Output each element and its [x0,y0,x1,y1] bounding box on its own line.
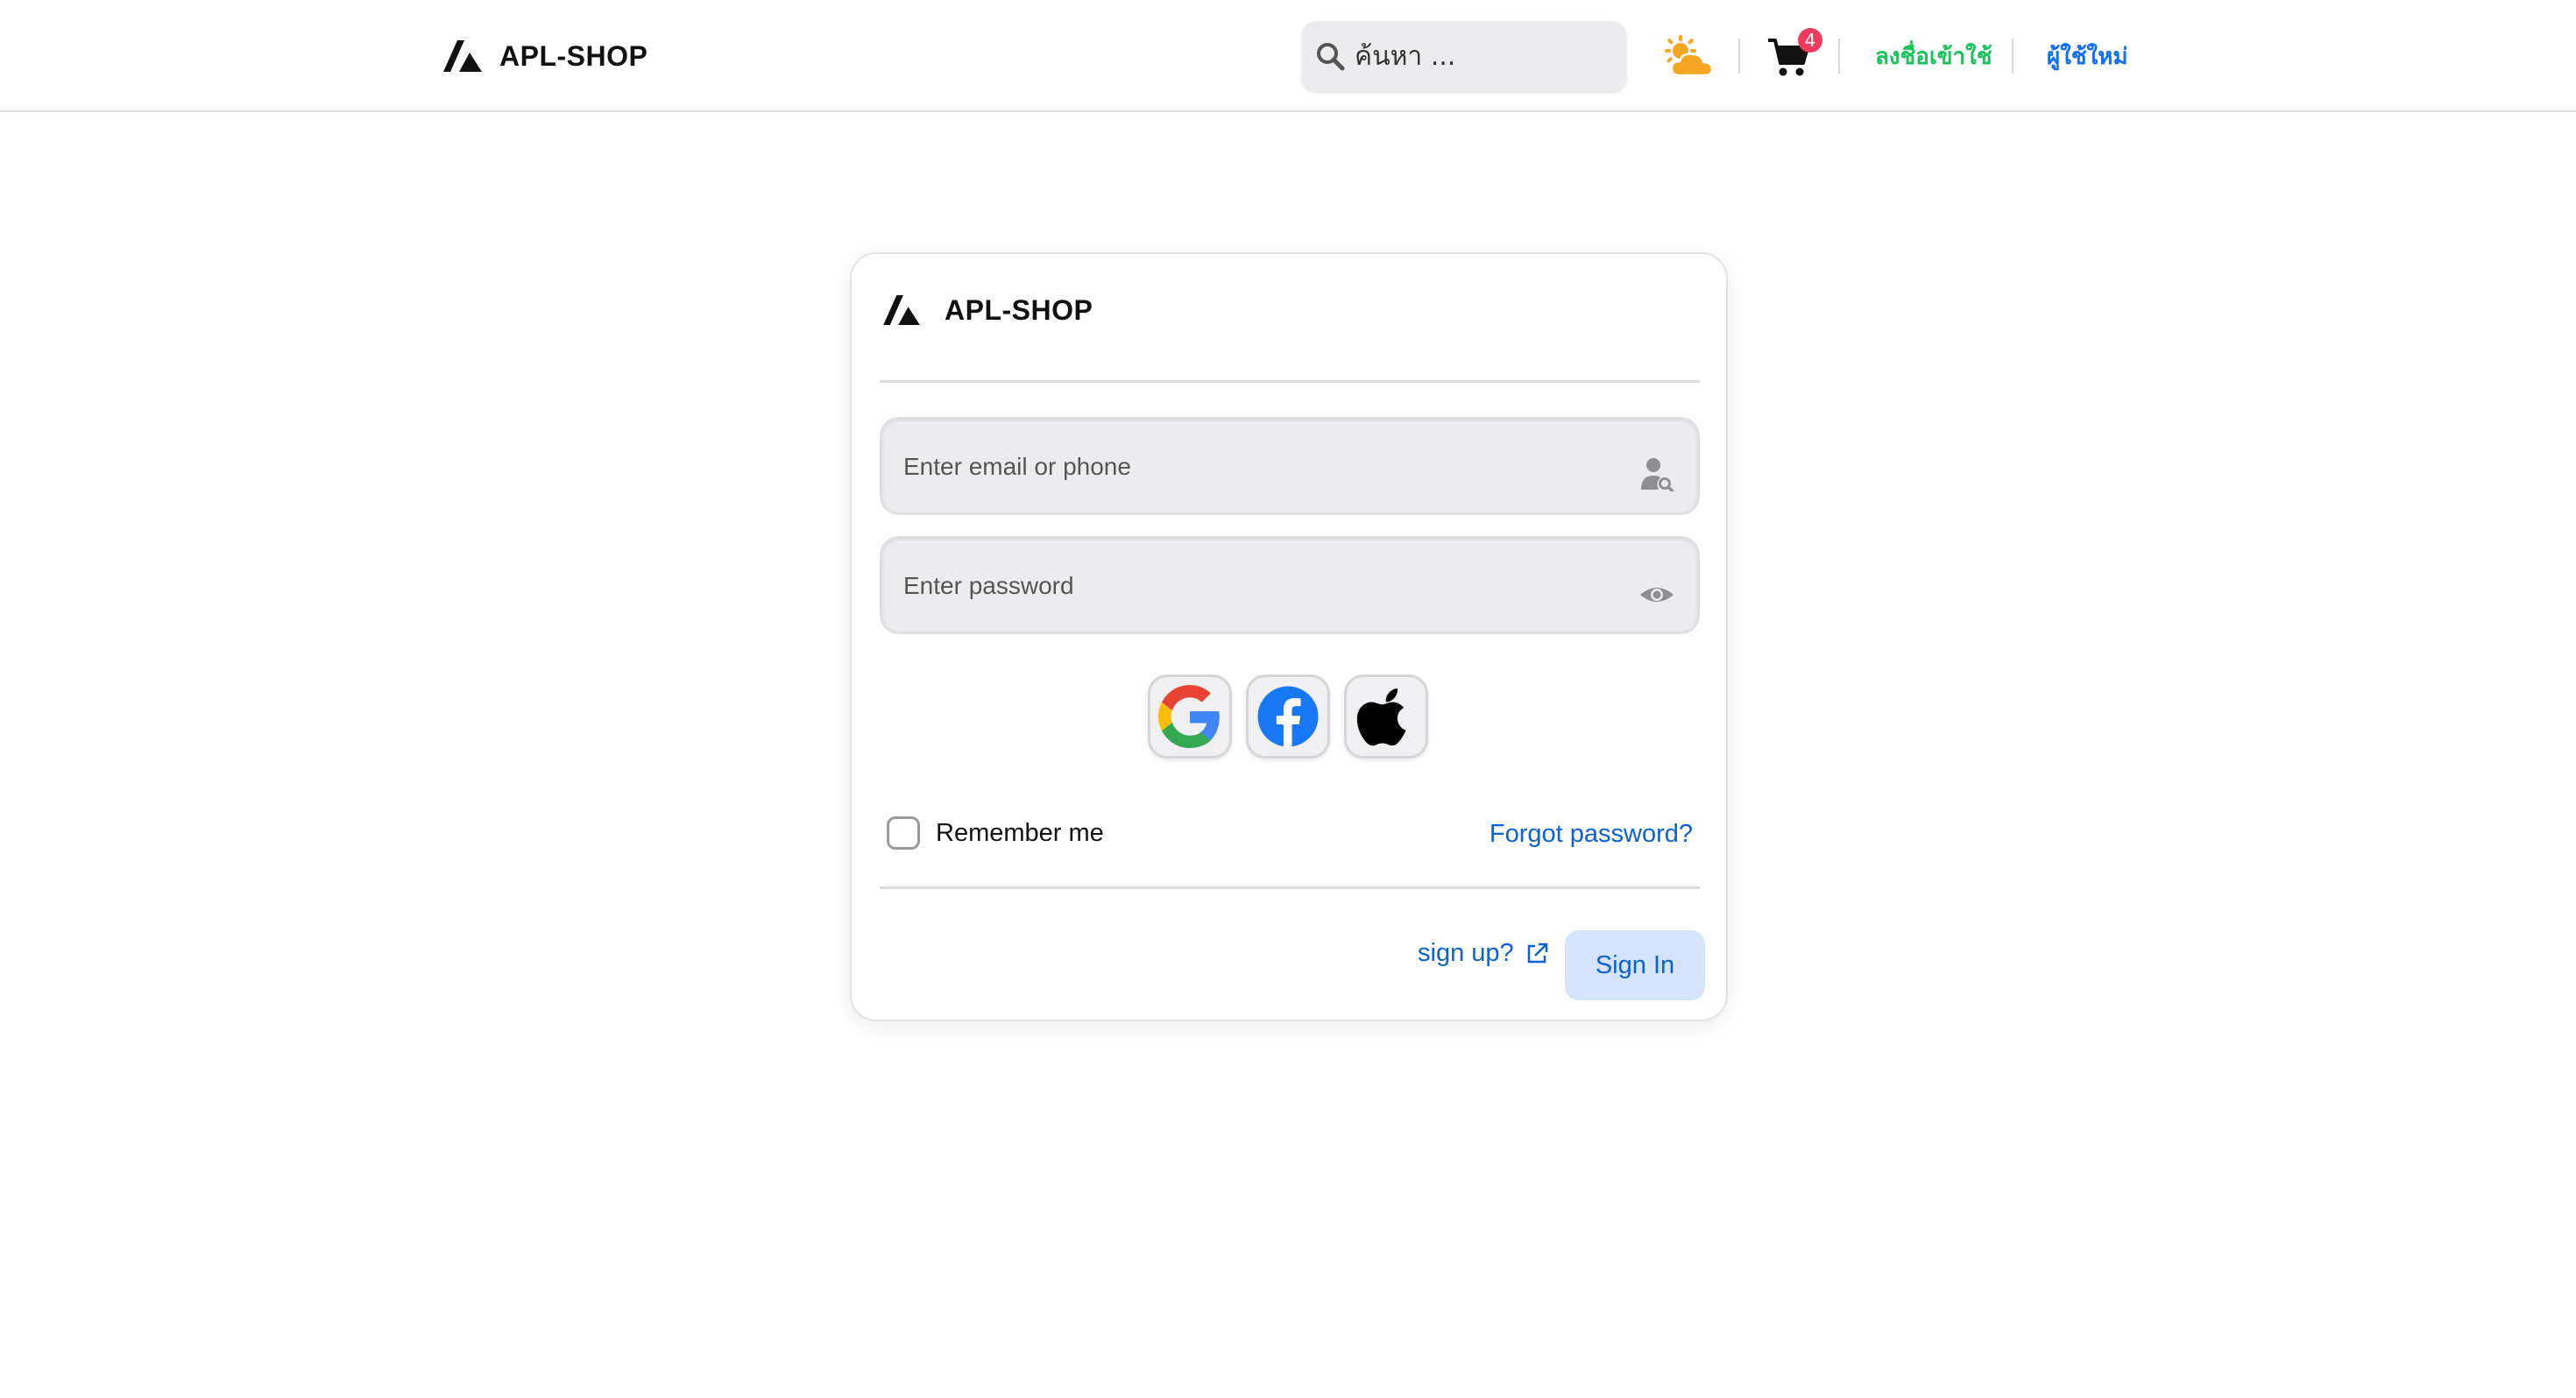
brand-home-link[interactable]: APL-SHOP [443,35,648,77]
nav-divider [2012,39,2013,74]
login-card: APL-SHOP Enter email or phone Remember m… [850,252,1728,1021]
external-link-icon [1527,943,1547,963]
remember-me[interactable]: Remember me [887,816,1104,850]
brand-name: APL-SHOP [499,39,648,72]
signup-link[interactable]: sign up? [1418,939,1549,968]
weather-partly-cloudy-icon[interactable] [1661,33,1717,79]
search-icon [1317,43,1345,71]
apple-login-button[interactable] [1344,674,1428,759]
apl-logo-icon [883,295,920,325]
email-input[interactable] [903,449,1604,484]
cart-count-badge: 4 [1798,28,1822,53]
signup-label: sign up? [1418,939,1514,967]
search-box[interactable] [1302,21,1626,91]
card-divider [880,380,1700,383]
top-navbar: APL-SHOP 4 ลงชื่อเข้าใช [0,0,2576,112]
social-login-group [1148,674,1428,759]
cart-button[interactable]: 4 [1766,28,1822,81]
google-login-button[interactable] [1148,674,1232,759]
apl-logo-icon [443,40,482,72]
facebook-login-button[interactable] [1246,674,1330,759]
forgot-password-link[interactable]: Forgot password? [1490,820,1693,849]
apple-icon [1356,688,1406,746]
remember-checkbox[interactable] [887,816,920,850]
password-field[interactable] [880,536,1700,634]
sign-in-button[interactable]: Sign In [1565,930,1705,1000]
password-input[interactable] [903,568,1604,604]
remember-label: Remember me [936,818,1104,847]
google-icon [1158,685,1220,748]
login-link[interactable]: ลงชื่อเข้าใช้ [1875,39,1992,74]
facebook-icon [1257,686,1319,747]
new-user-link[interactable]: ผู้ใช้ใหม่ [2047,39,2128,74]
search-input[interactable] [1355,40,1609,72]
eye-icon[interactable] [1639,577,1674,612]
card-divider [880,886,1700,889]
email-field[interactable] [880,417,1700,515]
nav-divider [1838,39,1840,74]
nav-divider [1738,39,1740,74]
card-brand: APL-SHOP [883,289,1093,331]
user-search-icon [1641,458,1674,491]
card-brand-name: APL-SHOP [945,293,1093,326]
